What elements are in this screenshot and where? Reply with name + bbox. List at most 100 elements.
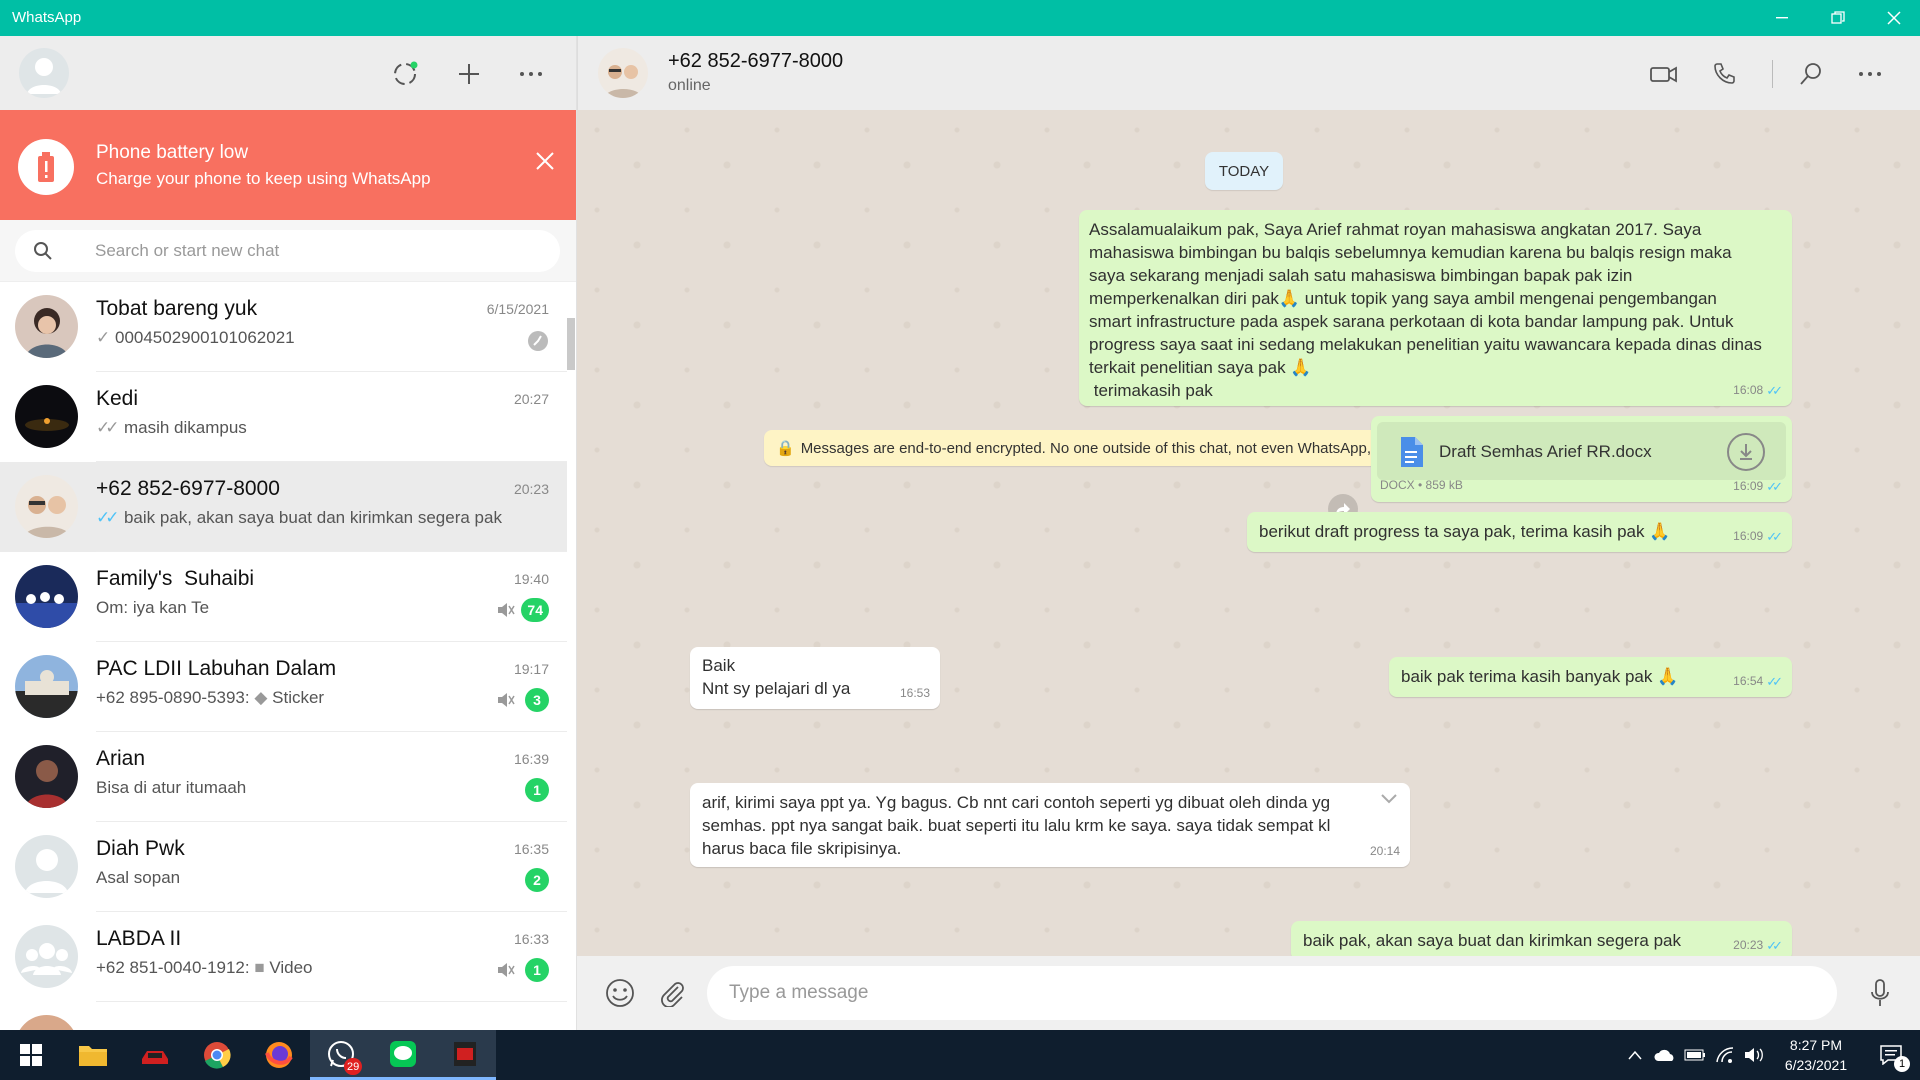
message-out[interactable]: Assalamualaikum pak, Saya Arief rahmat r… — [1079, 210, 1792, 406]
conversation-menu-button[interactable] — [1852, 56, 1888, 92]
sidebar-header — [0, 36, 576, 110]
close-window-button[interactable] — [1866, 0, 1920, 36]
chat-item-selected[interactable]: +62 852-6977-8000 20:23 ✓✓ baik pak, aka… — [0, 462, 567, 552]
taskbar-firefox[interactable] — [248, 1030, 310, 1080]
more-icon — [1859, 72, 1881, 76]
document-filename: Draft Semhas Arief RR.docx — [1439, 442, 1652, 461]
chat-avatar — [15, 385, 78, 448]
message-list[interactable]: TODAY Assalamualaikum pak, Saya Arief ra… — [577, 110, 1920, 961]
unread-badge: 74 — [521, 598, 549, 622]
message-input[interactable] — [707, 966, 1837, 1020]
taskbar-file-explorer[interactable] — [62, 1030, 124, 1080]
person-icon — [15, 835, 78, 898]
chat-preview-text: masih dikampus — [123, 418, 247, 437]
menu-button[interactable] — [513, 56, 549, 92]
chat-preview: +62 895-0890-5393: ◆ Sticker — [96, 688, 324, 708]
emoji-button[interactable] — [601, 974, 639, 1012]
chat-item[interactable]: PAC LDII Labuhan Dalam 19:17 +62 895-089… — [0, 642, 567, 732]
app-icon — [454, 1041, 476, 1066]
chevron-down-icon[interactable] — [1380, 793, 1398, 805]
taskbar-chrome[interactable] — [186, 1030, 248, 1080]
battery-low-banner[interactable]: Phone battery low Charge your phone to k… — [0, 110, 576, 220]
document-card[interactable]: Draft Semhas Arief RR.docx — [1377, 422, 1786, 480]
more-icon — [520, 72, 542, 76]
chat-item-partial[interactable] — [0, 1002, 567, 1030]
voice-message-button[interactable] — [1861, 974, 1899, 1012]
search-box[interactable] — [15, 230, 560, 272]
unread-badge: 1 — [525, 958, 549, 982]
chat-preview: ✓✓ masih dikampus — [96, 418, 247, 438]
chat-preview-text: baik pak, akan saya buat dan kirimkan se… — [123, 508, 502, 527]
chat-item[interactable]: Family's Suhaibi 19:40 Om: iya kan Te 74 — [0, 552, 567, 642]
message-out[interactable]: baik pak terima kasih banyak pak 🙏 16:54… — [1389, 657, 1792, 697]
chat-list-scrollbar[interactable] — [567, 318, 575, 370]
chat-time: 20:27 — [513, 391, 549, 407]
volume-icon[interactable] — [1740, 1030, 1770, 1080]
clock[interactable]: 8:27 PM 6/23/2021 — [1768, 1030, 1864, 1080]
onedrive-icon[interactable] — [1650, 1030, 1680, 1080]
banner-close-button[interactable] — [530, 146, 560, 176]
chat-avatar — [15, 1015, 78, 1030]
search-input[interactable] — [95, 230, 535, 272]
chat-preview-sender: +62 851-0040-1912: — [96, 958, 255, 977]
contact-avatar[interactable] — [598, 48, 648, 98]
chat-item[interactable]: Diah Pwk 16:35 Asal sopan 2 — [0, 822, 567, 912]
chat-name: PAC LDII Labuhan Dalam — [96, 657, 337, 680]
voice-call-button[interactable] — [1706, 56, 1742, 92]
message-out-document[interactable]: Draft Semhas Arief RR.docx DOCX • 859 kB… — [1371, 416, 1792, 502]
chat-preview-text: 0004502900101062021 — [114, 328, 295, 347]
clock-time: 8:27 PM — [1789, 1037, 1843, 1053]
chat-time: 16:33 — [513, 931, 549, 947]
taskbar-game-app[interactable] — [124, 1030, 186, 1080]
new-chat-button[interactable] — [451, 56, 487, 92]
taskbar-line[interactable] — [372, 1030, 434, 1080]
chat-preview: Bisa di atur itumaah — [96, 778, 247, 797]
action-center-button[interactable]: 1 — [1868, 1030, 1914, 1080]
start-button[interactable] — [0, 1030, 62, 1080]
chat-item[interactable]: Tobat bareng yuk 6/15/2021 ✓ 00045029001… — [0, 282, 567, 372]
message-out[interactable]: baik pak, akan saya buat dan kirimkan se… — [1291, 921, 1792, 961]
chat-name: Arian — [96, 747, 146, 770]
folder-icon — [79, 1046, 107, 1066]
chat-time: 19:40 — [513, 571, 549, 587]
read-ticks-icon: ✓✓ — [1766, 383, 1783, 398]
show-hidden-icons-button[interactable] — [1620, 1030, 1650, 1080]
muted-icon — [498, 963, 515, 977]
message-text: baik pak terima kasih banyak pak 🙏 — [1401, 667, 1679, 686]
status-button[interactable] — [387, 56, 423, 92]
message-input-box[interactable] — [707, 966, 1837, 1020]
taskbar-whatsapp[interactable]: 29 — [310, 1030, 372, 1080]
attach-button[interactable] — [653, 974, 691, 1012]
chat-preview: ✓✓ baik pak, akan saya buat dan kirimkan… — [96, 508, 502, 528]
car-app-icon — [142, 1051, 168, 1064]
minimize-button[interactable] — [1754, 0, 1810, 36]
search-icon — [34, 242, 52, 260]
video-call-button[interactable] — [1646, 56, 1682, 92]
chat-avatar — [15, 925, 78, 988]
sent-tick-icon: ✓ — [96, 328, 111, 347]
message-in[interactable]: Baik Nnt sy pelajari dl ya 16:53 — [690, 647, 940, 709]
message-in[interactable]: arif, kirimi saya ppt ya. Yg bagus. Cb n… — [690, 783, 1410, 867]
my-avatar[interactable] — [19, 48, 69, 98]
message-meta: 16:54 ✓✓ — [1733, 670, 1783, 693]
search-messages-button[interactable] — [1793, 56, 1829, 92]
date-divider: TODAY — [1205, 152, 1283, 190]
taskbar-app-red[interactable] — [434, 1030, 496, 1080]
chat-item[interactable]: Arian 16:39 Bisa di atur itumaah 1 — [0, 732, 567, 822]
battery-icon[interactable] — [1680, 1030, 1710, 1080]
chat-avatar — [15, 835, 78, 898]
chat-avatar — [15, 475, 78, 538]
conversation-header[interactable]: +62 852-6977-8000 online — [577, 36, 1920, 110]
sticker-icon: ◆ — [254, 688, 273, 707]
chat-preview-text: Sticker — [272, 688, 325, 707]
wifi-icon[interactable] — [1710, 1030, 1740, 1080]
chat-item[interactable]: Kedi 20:27 ✓✓ masih dikampus — [0, 372, 567, 462]
restore-button[interactable] — [1810, 0, 1866, 36]
download-button[interactable] — [1727, 433, 1765, 471]
message-meta: 16:08 ✓✓ — [1733, 379, 1783, 402]
message-time: 16:09 — [1733, 479, 1764, 493]
chat-item[interactable]: LABDA II 16:33 +62 851-0040-1912: ■ Vide… — [0, 912, 567, 1002]
chat-avatar — [15, 295, 78, 358]
message-out[interactable]: berikut draft progress ta saya pak, teri… — [1247, 512, 1792, 552]
message-text: Assalamualaikum pak, Saya Arief rahmat r… — [1089, 220, 1762, 400]
